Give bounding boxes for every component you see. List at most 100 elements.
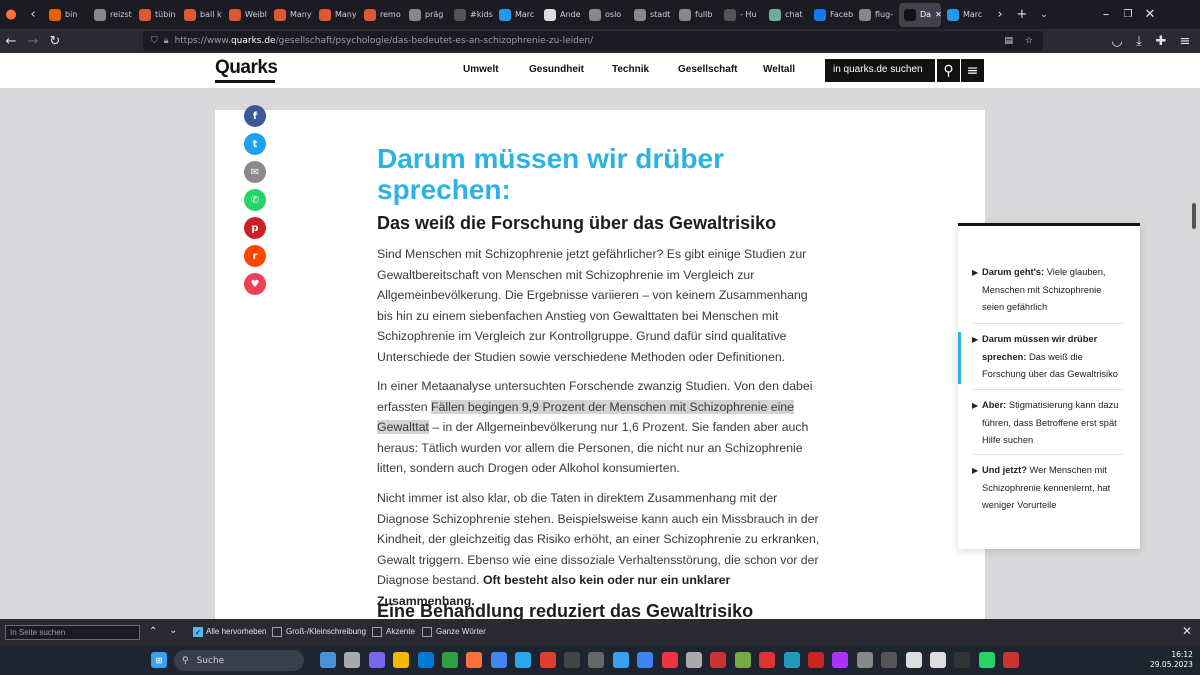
taskbar-app-icon[interactable] xyxy=(368,652,385,668)
browser-tab[interactable]: #kids xyxy=(449,3,493,27)
taskbar-app-icon[interactable] xyxy=(783,652,800,668)
browser-tab[interactable]: tübin xyxy=(134,3,178,27)
lock-icon[interactable]: 🔒︎ xyxy=(164,36,169,46)
firefox-view-icon[interactable]: ● xyxy=(0,5,22,25)
taskbar-app-icon[interactable] xyxy=(612,652,629,668)
toc-item-2[interactable]: ▶ Darum müssen wir drüber sprechen: Das w… xyxy=(972,331,1124,384)
facebook-share-icon[interactable]: f xyxy=(244,105,266,127)
browser-tab[interactable]: Many xyxy=(269,3,313,27)
quarks-logo[interactable]: Quarks xyxy=(215,57,278,83)
pocket-share-icon[interactable]: ♥ xyxy=(244,273,266,295)
browser-tab[interactable]: Ande xyxy=(539,3,583,27)
taskbar-app-icon[interactable] xyxy=(466,652,483,668)
browser-tab[interactable]: stadt xyxy=(629,3,673,27)
pinterest-share-icon[interactable]: p xyxy=(244,217,266,239)
taskbar-app-icon[interactable] xyxy=(930,652,946,668)
taskbar-app-icon[interactable] xyxy=(881,652,898,668)
menu-gesellschaft[interactable]: Gesellschaft xyxy=(678,64,737,75)
taskbar-app-icon[interactable] xyxy=(637,652,654,668)
close-window-icon[interactable]: ✕ xyxy=(1139,5,1161,25)
extensions-icon[interactable]: ✚ xyxy=(1150,31,1172,51)
start-windows-icon[interactable]: ⊞ xyxy=(151,652,167,668)
taskbar-app-icon[interactable] xyxy=(661,652,678,668)
taskbar-app-icon[interactable] xyxy=(905,652,922,668)
browser-tab[interactable]: ball k xyxy=(179,3,223,27)
app-menu-icon[interactable]: ≡ xyxy=(1174,31,1196,51)
taskbar-app-icon[interactable] xyxy=(588,652,605,668)
taskbar-app-icon[interactable] xyxy=(686,652,702,668)
browser-tab[interactable]: Weibl xyxy=(224,3,268,27)
taskbar-app-icon[interactable] xyxy=(442,652,458,668)
browser-tab[interactable]: fullb xyxy=(674,3,718,27)
browser-tab[interactable]: Many xyxy=(314,3,358,27)
browser-tab[interactable]: Da ✕ xyxy=(899,2,941,27)
browser-tab[interactable]: flug- xyxy=(854,3,898,27)
toc-item-3[interactable]: ▶ Aber: Stigmatisierung kann dazu führen,… xyxy=(972,397,1124,450)
match-diacritics-checkbox[interactable] xyxy=(372,627,382,637)
new-tab-icon[interactable]: + xyxy=(1011,5,1033,25)
browser-tab[interactable]: bin xyxy=(44,3,88,27)
tab-scroll-right-icon[interactable]: › xyxy=(989,5,1011,25)
match-case-checkbox[interactable] xyxy=(272,627,282,637)
taskbar-app-icon[interactable] xyxy=(759,652,776,668)
taskbar-app-icon[interactable] xyxy=(1003,652,1020,668)
twitter-share-icon[interactable]: t xyxy=(244,133,266,155)
reload-icon[interactable]: ↻ xyxy=(44,31,66,51)
browser-tab[interactable]: reizst xyxy=(89,3,133,27)
taskbar-app-icon[interactable] xyxy=(490,652,507,668)
downloads-icon[interactable]: ⤓ xyxy=(1128,31,1150,51)
browser-tab[interactable]: - Hu xyxy=(719,3,763,27)
site-search-input[interactable]: in quarks.de suchen xyxy=(825,59,935,82)
browser-tab[interactable]: Marc xyxy=(494,3,538,27)
taskbar-app-icon[interactable] xyxy=(978,652,995,668)
find-previous-icon[interactable]: ⌃ xyxy=(149,626,157,637)
bookmark-star-icon[interactable]: ☆ xyxy=(1025,36,1033,46)
browser-tab[interactable]: Faceb xyxy=(809,3,853,27)
menu-umwelt[interactable]: Umwelt xyxy=(463,64,499,75)
back-icon[interactable]: ← xyxy=(0,31,22,51)
taskbar-app-icon[interactable] xyxy=(515,652,532,668)
page-scrollbar[interactable] xyxy=(1192,203,1196,229)
system-clock[interactable]: 16:12 29.05.2023 xyxy=(1150,650,1193,670)
browser-tab[interactable]: oslo xyxy=(584,3,628,27)
tab-scroll-left-icon[interactable]: ‹ xyxy=(22,5,44,25)
browser-tab[interactable]: Marc xyxy=(942,3,986,27)
minimize-icon[interactable]: – xyxy=(1095,5,1117,25)
browser-tab[interactable]: präg xyxy=(404,3,448,27)
hamburger-menu-icon[interactable]: ≡ xyxy=(961,59,984,82)
restore-icon[interactable]: ❐ xyxy=(1117,5,1139,25)
taskbar-app-icon[interactable] xyxy=(856,652,873,668)
taskbar-app-icon[interactable] xyxy=(710,652,727,668)
browser-tab[interactable]: remo xyxy=(359,3,403,27)
taskbar-app-icon[interactable] xyxy=(539,652,556,668)
menu-technik[interactable]: Technik xyxy=(612,64,649,75)
reader-view-icon[interactable]: ▤ xyxy=(1004,36,1013,46)
find-next-icon[interactable]: ⌄ xyxy=(169,625,177,636)
taskbar-app-icon[interactable] xyxy=(954,652,971,668)
whatsapp-share-icon[interactable]: ✆ xyxy=(244,189,266,211)
taskbar-app-icon[interactable] xyxy=(344,652,361,668)
toc-item-1[interactable]: ▶ Darum geht's: Viele glauben, Menschen m… xyxy=(972,264,1124,317)
taskbar-app-icon[interactable] xyxy=(393,652,410,668)
taskbar-app-icon[interactable] xyxy=(808,652,824,668)
highlight-all-checkbox[interactable]: ✓ xyxy=(193,627,203,637)
taskbar-search[interactable]: ⚲ Suche xyxy=(174,650,304,671)
taskbar-app-icon[interactable] xyxy=(832,652,849,668)
pocket-icon[interactable]: ◡ xyxy=(1106,31,1128,51)
taskbar-app-icon[interactable] xyxy=(417,652,434,668)
taskbar-app-icon[interactable] xyxy=(734,652,751,668)
browser-tab[interactable]: chat xyxy=(764,3,808,27)
menu-weltall[interactable]: Weltall xyxy=(763,64,795,75)
toc-item-4[interactable]: ▶ Und jetzt? Wer Menschen mit Schizophren… xyxy=(972,462,1124,515)
forward-icon[interactable]: → xyxy=(22,31,44,51)
email-share-icon[interactable]: ✉ xyxy=(244,161,266,183)
shield-icon[interactable]: ⛉ xyxy=(151,36,158,46)
find-input[interactable]: In Seite suchen xyxy=(5,625,140,640)
search-icon[interactable]: ⚲ xyxy=(937,59,960,82)
taskbar-app-icon[interactable] xyxy=(564,652,580,668)
taskbar-app-icon[interactable] xyxy=(320,652,336,668)
menu-gesundheit[interactable]: Gesundheit xyxy=(529,64,584,75)
reddit-share-icon[interactable]: r xyxy=(244,245,266,267)
tab-list-icon[interactable]: ⌄ xyxy=(1033,5,1055,25)
url-bar[interactable]: ⛉ 🔒︎ https://www. quarks.de/gesellschaft/… xyxy=(143,31,1043,51)
